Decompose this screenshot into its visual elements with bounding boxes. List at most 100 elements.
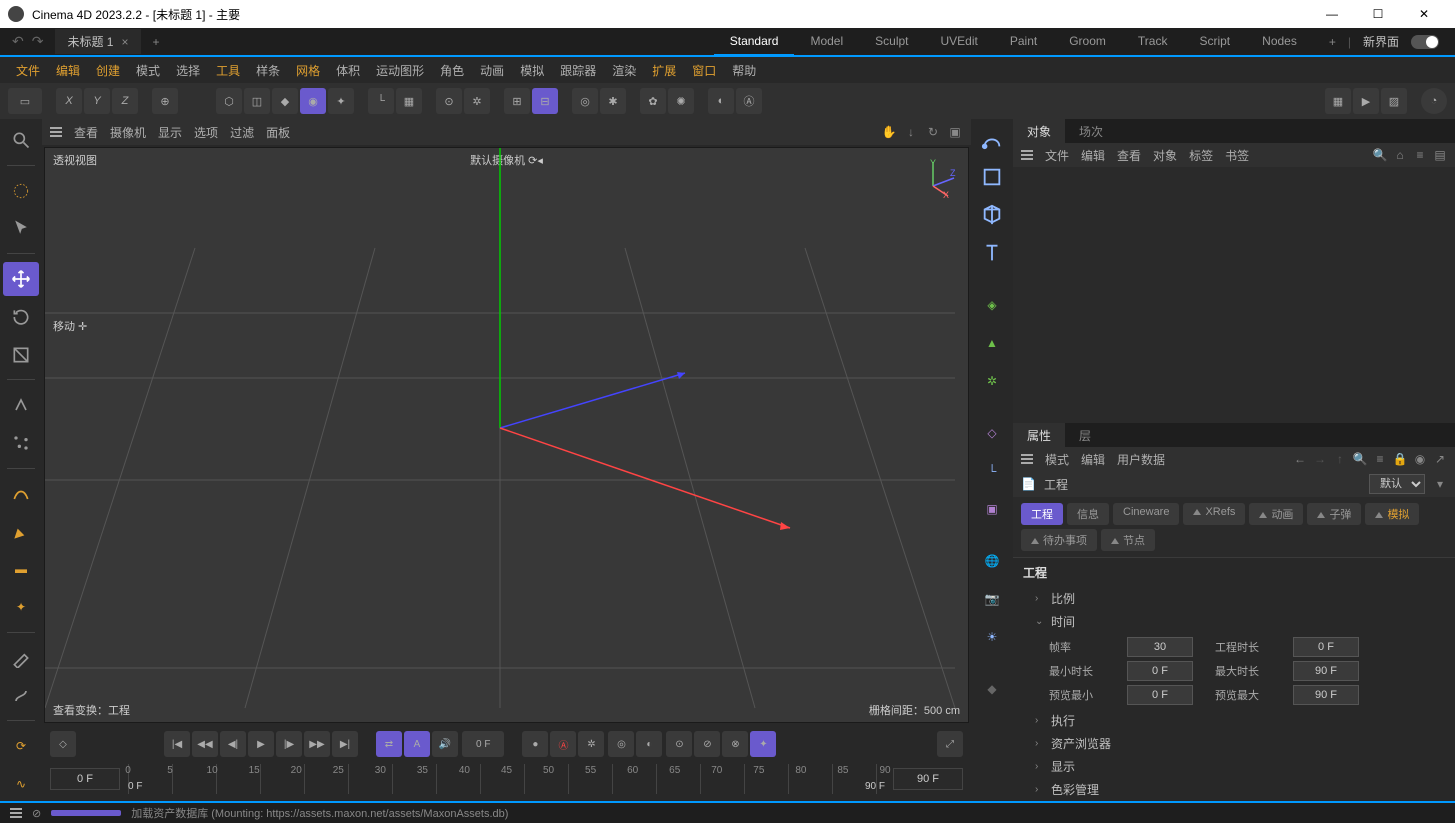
rotate-tool-icon[interactable] — [3, 300, 39, 334]
go-end-icon[interactable]: ▶| — [332, 731, 358, 757]
nav-back-icon[interactable]: ↶ — [12, 33, 24, 50]
pen-tool-icon[interactable] — [3, 515, 39, 549]
vp-pan-icon[interactable]: ✋ — [881, 124, 897, 140]
layout-tab-paint[interactable]: Paint — [994, 28, 1053, 56]
attr-section-色彩管理[interactable]: ›色彩管理 — [1013, 778, 1455, 801]
layout-tab-model[interactable]: Model — [794, 28, 859, 56]
menu-11[interactable]: 动画 — [472, 58, 512, 83]
grid-icon-1[interactable]: ⊞ — [504, 88, 530, 114]
attr-fwd-icon[interactable]: → — [1313, 452, 1327, 466]
chip-信息[interactable]: 信息 — [1067, 503, 1109, 525]
spline-tool-icon[interactable] — [3, 477, 39, 511]
misc-icon-1[interactable]: ◎ — [572, 88, 598, 114]
menu-15[interactable]: 扩展 — [644, 58, 684, 83]
document-tab[interactable]: 未标题 1 × — [55, 29, 140, 54]
key-opt-5[interactable]: ⊗ — [722, 731, 748, 757]
attr-preset-select[interactable]: 默认 — [1369, 474, 1425, 494]
auto-icon[interactable]: A — [404, 731, 430, 757]
object-tab-0[interactable]: 对象 — [1013, 119, 1065, 144]
menu-10[interactable]: 角色 — [432, 58, 472, 83]
obj-camera-icon[interactable]: 📷 — [976, 583, 1008, 615]
render-icon-2[interactable]: ▶ — [1353, 88, 1379, 114]
anim-tool-2-icon[interactable]: ∿ — [3, 767, 39, 801]
render-settings-icon[interactable]: ◔ — [1421, 88, 1447, 114]
axis-x-button[interactable]: X — [56, 88, 82, 114]
nav-forward-icon[interactable]: ↷ — [32, 33, 44, 50]
status-menu-icon[interactable] — [10, 808, 22, 818]
current-frame-display[interactable]: 0 F — [462, 731, 504, 757]
attr-section-执行[interactable]: ›执行 — [1013, 709, 1455, 732]
menu-7[interactable]: 网格 — [288, 58, 328, 83]
timeline-ruler[interactable]: 0510152025303540455055606570758085900 F9… — [128, 764, 885, 794]
render-icon-1[interactable]: ▦ — [1325, 88, 1351, 114]
scatter-tool-icon[interactable] — [3, 426, 39, 460]
axis-y-button[interactable]: Y — [84, 88, 110, 114]
snap-icon-1[interactable]: ⊙ — [436, 88, 462, 114]
play-fwd-icon[interactable]: |▶ — [276, 731, 302, 757]
layout-tab-script[interactable]: Script — [1183, 28, 1246, 56]
prim-cube-icon[interactable]: ◫ — [244, 88, 270, 114]
menu-2[interactable]: 创建 — [88, 58, 128, 83]
obj-menu-icon[interactable] — [1021, 150, 1033, 160]
cursor-tool-icon[interactable] — [3, 211, 39, 245]
obj-light-icon[interactable]: ☀ — [976, 621, 1008, 653]
prim-hex-icon[interactable]: ⬡ — [216, 88, 242, 114]
play-icon[interactable]: ▶ — [248, 731, 274, 757]
obj-field-icon[interactable]: ◈ — [976, 289, 1008, 321]
maximize-button[interactable]: ☐ — [1355, 0, 1401, 28]
viewport-menu-过滤[interactable]: 过滤 — [230, 124, 254, 141]
menu-3[interactable]: 模式 — [128, 58, 168, 83]
next-key-icon[interactable]: ▶▶ — [304, 731, 330, 757]
menu-13[interactable]: 跟踪器 — [552, 58, 604, 83]
prim-active-icon[interactable]: ◉ — [300, 88, 326, 114]
obj-home-icon[interactable]: ⌂ — [1393, 148, 1407, 162]
misc-icon-6[interactable]: Ⓐ — [736, 88, 762, 114]
viewport-menu-查看[interactable]: 查看 — [74, 124, 98, 141]
key-opt-1[interactable]: ◎ — [608, 731, 634, 757]
attr-menu-用户数据[interactable]: 用户数据 — [1117, 451, 1165, 468]
key-opt-2[interactable]: ◐ — [636, 731, 662, 757]
chip-节点[interactable]: 节点 — [1101, 529, 1155, 551]
timeline-end-input[interactable] — [893, 768, 963, 790]
input-frame_rate[interactable] — [1127, 637, 1193, 657]
obj-sym-icon[interactable]: ▣ — [976, 493, 1008, 525]
layout-tab-track[interactable]: Track — [1122, 28, 1184, 56]
object-manager-body[interactable] — [1013, 167, 1455, 423]
timeline-start-input[interactable] — [50, 768, 120, 790]
loop-icon[interactable]: ⇄ — [376, 731, 402, 757]
input-max_time[interactable] — [1293, 661, 1359, 681]
key-opt-6[interactable]: ✦ — [750, 731, 776, 757]
attr-popout-icon[interactable]: ↗ — [1433, 452, 1447, 466]
viewport-menu-icon[interactable] — [50, 127, 62, 137]
obj-menu-查看[interactable]: 查看 — [1117, 147, 1141, 164]
menu-4[interactable]: 选择 — [168, 58, 208, 83]
prim-solid-icon[interactable]: ◆ — [272, 88, 298, 114]
obj-cube-icon[interactable] — [976, 199, 1008, 231]
attr-section-资产浏览器[interactable]: ›资产浏览器 — [1013, 732, 1455, 755]
input-preview_min[interactable] — [1127, 685, 1193, 705]
menu-1[interactable]: 编辑 — [48, 58, 88, 83]
obj-globe-icon[interactable]: 🌐 — [976, 545, 1008, 577]
menu-16[interactable]: 窗口 — [684, 58, 724, 83]
knot-tool-icon[interactable]: ✦ — [3, 590, 39, 624]
obj-coord-icon[interactable]: └ — [976, 455, 1008, 487]
vp-frame-icon[interactable]: ▣ — [947, 124, 963, 140]
viewport-menu-显示[interactable]: 显示 — [158, 124, 182, 141]
anim-tool-icon[interactable]: ⟳ — [3, 729, 39, 763]
rec-icon-3[interactable]: ✲ — [578, 731, 604, 757]
key-opt-3[interactable]: ⊙ — [666, 731, 692, 757]
chip-模拟[interactable]: 模拟 — [1365, 503, 1419, 525]
attr-filter-icon[interactable]: ≡ — [1373, 452, 1387, 466]
vp-zoom-icon[interactable]: ↓ — [903, 124, 919, 140]
attr-menu-模式[interactable]: 模式 — [1045, 451, 1069, 468]
sound-icon[interactable]: 🔊 — [432, 731, 458, 757]
minimize-button[interactable]: — — [1309, 0, 1355, 28]
timeline-expand-icon[interactable]: ⤢ — [937, 731, 963, 757]
viewport-menu-选项[interactable]: 选项 — [194, 124, 218, 141]
attr-section-显示[interactable]: ›显示 — [1013, 755, 1455, 778]
sketch-tool-icon[interactable] — [3, 679, 39, 713]
select-tool-icon[interactable] — [3, 174, 39, 208]
misc-icon-2[interactable]: ✱ — [600, 88, 626, 114]
attr-tab-0[interactable]: 属性 — [1013, 423, 1065, 448]
viewport-menu-面板[interactable]: 面板 — [266, 124, 290, 141]
